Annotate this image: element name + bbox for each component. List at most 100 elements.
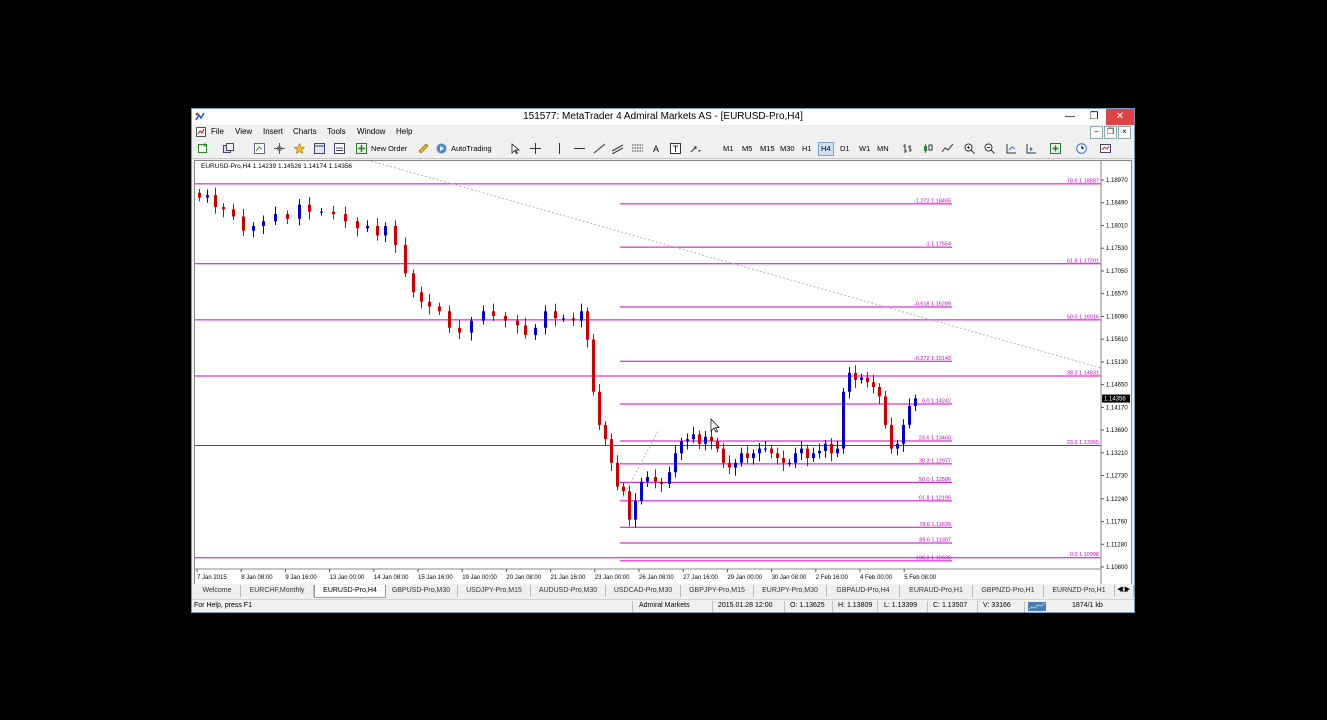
close-button[interactable]: ✕ <box>1106 109 1134 125</box>
chart-tab[interactable]: EURJPY-Pro,M30 <box>754 585 827 597</box>
menu-window[interactable]: Window <box>357 127 385 136</box>
price-tick-label: 1.10800 <box>1106 565 1128 571</box>
fib-extension-label: -0.618 1.16289 <box>914 301 951 307</box>
autotrading-icon[interactable] <box>436 143 447 154</box>
menu-bar: File View Insert Charts Tools Window Hel… <box>192 125 1134 140</box>
chart-tab[interactable]: EURAUD-Pro,H1 <box>900 585 973 597</box>
tf-mn[interactable]: MN <box>877 143 889 155</box>
cursor-icon[interactable] <box>510 143 521 154</box>
candle-body <box>770 448 773 454</box>
text-label-icon[interactable] <box>670 143 681 154</box>
child-close-button[interactable]: × <box>1118 126 1131 139</box>
time-tick-label: 13 Jan 00:00 <box>330 575 365 581</box>
tf-w1[interactable]: W1 <box>859 143 870 155</box>
time-tick-label: 14 Jan 08:00 <box>374 575 409 581</box>
title-bar[interactable]: 151577: MetaTrader 4 Admiral Markets AS … <box>192 109 1134 125</box>
chart-tab[interactable]: EURCHF,Monthly <box>241 585 314 597</box>
candle-body <box>412 273 415 293</box>
fib-extension-label: 61.8 1.12195 <box>919 495 951 501</box>
chart-tab[interactable]: USDCAD-Pro,M30 <box>606 585 681 597</box>
tf-m15[interactable]: M15 <box>760 143 775 155</box>
menu-tools[interactable]: Tools <box>327 127 346 136</box>
terminal-icon[interactable] <box>314 143 325 154</box>
child-minimize-button[interactable]: – <box>1090 126 1103 139</box>
menu-view[interactable]: View <box>235 127 252 136</box>
fib-extension-label: 78.6 1.11639 <box>919 522 951 528</box>
chart-tab[interactable]: USDJPY-Pro,M15 <box>458 585 531 597</box>
candle-body <box>660 481 663 485</box>
chart-tab[interactable]: Welcome <box>194 585 241 597</box>
restore-button[interactable]: ❐ <box>1082 109 1106 125</box>
new-order-button[interactable]: New Order <box>371 143 407 155</box>
text-tool-icon[interactable]: A <box>653 143 659 155</box>
candle-body <box>830 443 833 454</box>
candle-body <box>812 453 815 459</box>
zoom-out-icon[interactable] <box>984 143 995 154</box>
candle-body <box>698 434 701 444</box>
autotrading-button[interactable]: AutoTrading <box>451 143 492 155</box>
chart-tab[interactable]: AUDUSD-Pro,M30 <box>531 585 606 597</box>
menu-file[interactable]: File <box>211 127 224 136</box>
chart-symbol-header: EURUSD-Pro,H4 1.14239 1.14526 1.14174 1.… <box>201 163 352 170</box>
tf-m30[interactable]: M30 <box>780 143 795 155</box>
profiles-icon[interactable] <box>223 143 234 154</box>
tile-windows-icon[interactable] <box>1006 143 1017 154</box>
child-restore-button[interactable]: ❐ <box>1104 126 1117 139</box>
price-tick-label: 1.17050 <box>1106 269 1128 275</box>
market-watch-icon[interactable] <box>254 143 265 154</box>
tf-d1[interactable]: D1 <box>840 143 850 155</box>
menu-help[interactable]: Help <box>396 127 412 136</box>
chart-tab[interactable]: GBPUSD-Pro,M30 <box>385 585 458 597</box>
candle-body <box>842 391 845 449</box>
price-chart[interactable]: EURUSD-Pro,H4 1.14239 1.14526 1.14174 1.… <box>195 161 1131 586</box>
chart-tab[interactable]: EURNZD-Pro,H1 <box>1044 585 1115 597</box>
new-order-icon[interactable] <box>356 143 367 154</box>
candle-body <box>646 477 649 482</box>
candle-body <box>668 472 671 485</box>
candle-body <box>758 448 761 454</box>
new-chart-icon[interactable] <box>198 143 209 154</box>
arrows-dropdown-icon[interactable] <box>690 143 701 154</box>
line-chart-icon[interactable] <box>942 143 953 154</box>
bar-chart-icon[interactable] <box>902 143 913 154</box>
zoom-in-icon[interactable] <box>964 143 975 154</box>
fibonacci-icon[interactable] <box>632 143 643 154</box>
menu-charts[interactable]: Charts <box>293 127 317 136</box>
tf-m5[interactable]: M5 <box>742 143 752 155</box>
chart-shift-icon[interactable] <box>1026 143 1037 154</box>
chart-tab[interactable]: GBPNZD-Pro,H1 <box>973 585 1044 597</box>
tf-h4[interactable]: H4 <box>818 142 834 156</box>
price-tick-label: 1.17530 <box>1106 246 1128 252</box>
chart-tab[interactable]: EURUSD-Pro,H4 <box>314 585 386 598</box>
candle-body <box>504 315 507 321</box>
candle-body <box>332 211 335 215</box>
candlestick-icon[interactable] <box>922 143 933 154</box>
metaeditor-icon[interactable] <box>418 143 429 154</box>
fib-extension-label: -0.272 1.15143 <box>914 356 951 362</box>
candle-body <box>274 214 277 222</box>
chart-area[interactable]: EURUSD-Pro,H4 1.14239 1.14526 1.14174 1.… <box>194 160 1132 587</box>
indicators-icon[interactable] <box>1050 143 1061 154</box>
chart-tab[interactable]: GBPJPY-Pro,M15 <box>681 585 754 597</box>
channel-icon[interactable] <box>612 143 623 154</box>
candle-body <box>376 225 379 236</box>
tester-icon[interactable] <box>334 143 345 154</box>
crosshair-icon[interactable] <box>530 143 541 154</box>
fib-level-label: 50.0 1.16016 <box>1067 314 1099 320</box>
chart-tab[interactable]: GBPAUD-Pro,H4 <box>827 585 900 597</box>
time-tick-label: 5 Feb 08:00 <box>904 575 937 581</box>
data-window-icon[interactable] <box>274 143 285 154</box>
minimize-button[interactable]: — <box>1058 109 1082 125</box>
vertical-line-icon[interactable] <box>554 143 565 154</box>
templates-icon[interactable] <box>1100 143 1111 154</box>
price-tick-label: 1.18970 <box>1106 178 1128 184</box>
menu-insert[interactable]: Insert <box>263 127 283 136</box>
navigator-icon[interactable] <box>294 143 305 154</box>
tab-scroll-arrows[interactable]: ◀ ▶ <box>1117 585 1130 593</box>
horizontal-line-icon[interactable] <box>574 143 585 154</box>
periods-clock-icon[interactable] <box>1076 143 1087 154</box>
chart-window-icon[interactable] <box>196 127 206 137</box>
tf-m1[interactable]: M1 <box>723 143 733 155</box>
trendline-icon[interactable] <box>594 143 605 154</box>
tf-h1[interactable]: H1 <box>802 143 812 155</box>
